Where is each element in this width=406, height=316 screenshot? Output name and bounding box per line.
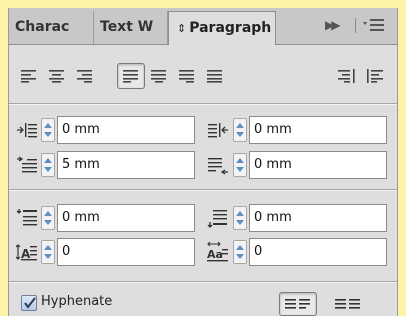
- align-towards-spine-button[interactable]: [333, 63, 361, 89]
- paragraph-panel: Charac Text W ⇕ Paragraph ▶▶ 0 mm 0 mm 5…: [8, 8, 398, 316]
- last-line-right-indent-stepper[interactable]: [233, 153, 247, 177]
- align-center-icon: [49, 70, 64, 83]
- single-line-composer-icon: [335, 299, 360, 309]
- last-line-right-indent-icon: [207, 155, 229, 175]
- align-left-button[interactable]: [15, 63, 43, 89]
- align-towards-spine-icon: [338, 69, 355, 83]
- right-indent-icon: [207, 120, 229, 140]
- left-indent-stepper[interactable]: [41, 118, 55, 142]
- svg-text:Aa: Aa: [207, 248, 223, 261]
- tabbar-separator: [355, 18, 356, 33]
- align-away-from-spine-button[interactable]: [361, 63, 389, 89]
- panel-tab-bar: Charac Text W ⇕ Paragraph ▶▶: [9, 8, 397, 45]
- hyphenate-label: Hyphenate: [41, 294, 113, 309]
- section-divider: [9, 189, 397, 191]
- paragraph-composer-button[interactable]: [279, 292, 317, 316]
- tab-sort-icon: ⇕: [177, 22, 187, 35]
- right-indent-field[interactable]: 0 mm: [249, 116, 387, 144]
- justify-center-icon: [151, 70, 166, 83]
- last-line-right-indent-field[interactable]: 0 mm: [249, 151, 387, 179]
- drop-cap-chars-icon: Aa: [207, 241, 229, 262]
- justify-right-button[interactable]: [173, 63, 201, 89]
- justify-right-icon: [179, 70, 194, 83]
- justify-all-button[interactable]: [201, 63, 229, 89]
- align-left-icon: [21, 70, 36, 83]
- justify-all-icon: [207, 70, 222, 83]
- space-before-field[interactable]: 0 mm: [57, 204, 195, 232]
- right-indent-stepper[interactable]: [233, 118, 247, 142]
- tab-paragraph[interactable]: ⇕ Paragraph: [168, 11, 276, 45]
- space-after-field[interactable]: 0 mm: [249, 204, 387, 232]
- tab-character[interactable]: Charac: [9, 11, 94, 44]
- justify-center-button[interactable]: [145, 63, 173, 89]
- paragraph-composer-icon: [285, 299, 310, 309]
- checkmark-icon: [24, 297, 36, 309]
- space-before-icon: [16, 208, 38, 228]
- svg-text:A: A: [21, 247, 31, 261]
- expand-panel-icon[interactable]: ▶▶: [325, 18, 341, 32]
- drop-cap-chars-stepper[interactable]: [233, 240, 247, 264]
- hyphenate-checkbox[interactable]: [21, 295, 37, 311]
- space-after-icon: [207, 208, 229, 228]
- align-right-button[interactable]: [71, 63, 99, 89]
- left-indent-icon: [16, 120, 38, 140]
- tab-text-wrap-label: Text W: [100, 19, 154, 35]
- justify-left-icon: [123, 70, 138, 83]
- section-divider: [9, 281, 397, 283]
- tab-paragraph-label: Paragraph: [189, 20, 272, 36]
- left-indent-field[interactable]: 0 mm: [57, 116, 195, 144]
- drop-cap-lines-field[interactable]: 0: [57, 238, 195, 266]
- panel-menu-icon[interactable]: [362, 17, 386, 33]
- space-before-stepper[interactable]: [41, 206, 55, 230]
- drop-cap-lines-stepper[interactable]: [41, 240, 55, 264]
- justify-left-button[interactable]: [117, 63, 145, 89]
- first-line-indent-field[interactable]: 5 mm: [57, 151, 195, 179]
- align-right-icon: [77, 70, 92, 83]
- space-after-stepper[interactable]: [233, 206, 247, 230]
- tab-text-wrap[interactable]: Text W: [94, 11, 168, 44]
- drop-cap-chars-field[interactable]: 0: [249, 238, 387, 266]
- first-line-indent-icon: [16, 155, 38, 175]
- single-line-composer-button[interactable]: [329, 292, 367, 316]
- first-line-indent-stepper[interactable]: [41, 153, 55, 177]
- drop-cap-lines-icon: A: [15, 242, 38, 262]
- tab-character-label: Charac: [15, 19, 70, 35]
- align-away-from-spine-icon: [367, 69, 383, 83]
- align-center-button[interactable]: [43, 63, 71, 89]
- section-divider: [9, 103, 397, 105]
